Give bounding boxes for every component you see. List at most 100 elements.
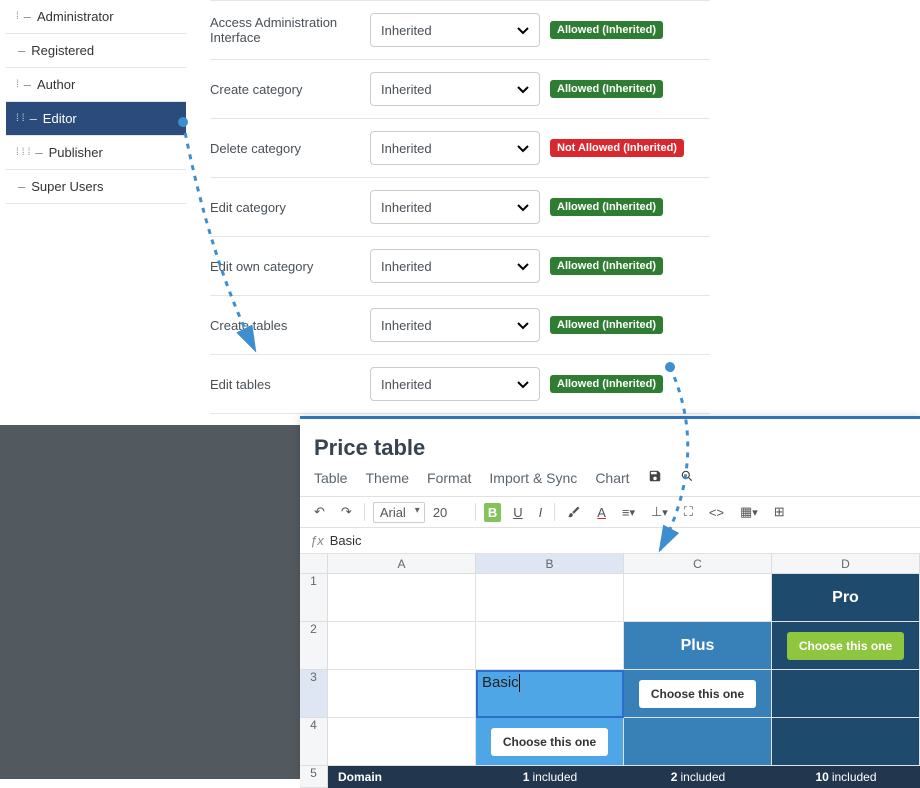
- col-header-b[interactable]: B: [476, 554, 624, 574]
- plan-plus-header: Plus: [624, 622, 772, 670]
- font-select[interactable]: Arial: [373, 502, 425, 523]
- footer-domain: Domain: [328, 766, 476, 788]
- plan-pro-header: Pro: [772, 574, 920, 622]
- choose-pro-button[interactable]: Choose this one: [787, 632, 904, 660]
- permission-status-badge: Allowed (Inherited): [550, 80, 663, 98]
- formula-bar[interactable]: ƒx Basic: [300, 528, 920, 554]
- fx-label: ƒx: [310, 533, 324, 548]
- row-header-2[interactable]: 2: [300, 622, 328, 670]
- permission-label: Access Administration Interface: [210, 15, 360, 45]
- italic-button[interactable]: I: [535, 503, 547, 522]
- permission-select[interactable]: Inherited: [370, 190, 540, 224]
- permission-row: Edit own category Inherited Allowed (Inher…: [210, 237, 710, 296]
- sidebar-item-registered[interactable]: – Registered: [6, 34, 186, 68]
- sidebar-label: Editor: [43, 111, 77, 126]
- menu-table[interactable]: Table: [314, 470, 347, 486]
- plan-basic-cta-cell: Choose this one: [476, 718, 624, 766]
- footer-d: 10included: [772, 766, 920, 788]
- col-header-a[interactable]: A: [328, 554, 476, 574]
- permission-label: Delete category: [210, 141, 360, 156]
- plan-basic-header[interactable]: Basic: [476, 670, 624, 718]
- usergroup-sidebar: ⁞ – Administrator – Registered ⁞ – Autho…: [6, 0, 186, 204]
- spreadsheet-grid: A B C D 1 2 3 4 5: [300, 554, 920, 788]
- permission-row: Edit category Inherited Allowed (Inherited…: [210, 178, 710, 237]
- footer-c: 2included: [624, 766, 772, 788]
- permission-row: Access Administration Interface Inherited…: [210, 0, 710, 60]
- permission-status-badge: Allowed (Inherited): [550, 316, 663, 334]
- sidebar-label: Administrator: [37, 9, 114, 24]
- permission-row: Edit tables Inherited Allowed (Inherited): [210, 355, 710, 414]
- permission-status-badge: Allowed (Inherited): [550, 21, 663, 39]
- permission-status-badge: Allowed (Inherited): [550, 257, 663, 275]
- sidebar-label: Publisher: [49, 145, 103, 160]
- drag-dots-icon: ⁞: [16, 113, 18, 124]
- permission-select[interactable]: Inherited: [370, 72, 540, 106]
- col-header-d[interactable]: D: [772, 554, 920, 574]
- borders-icon[interactable]: ▦▾: [736, 502, 762, 522]
- permissions-table: Access Administration Interface Inherited…: [210, 0, 710, 425]
- permission-select[interactable]: Inherited: [370, 131, 540, 165]
- plan-plus-cta-cell: Choose this one: [624, 670, 772, 718]
- col-header-c[interactable]: C: [624, 554, 772, 574]
- permission-select[interactable]: Inherited: [370, 249, 540, 283]
- permission-select[interactable]: Inherited: [370, 13, 540, 47]
- permission-label: Edit category: [210, 200, 360, 215]
- sidebar-label: Registered: [31, 43, 94, 58]
- bold-button[interactable]: B: [484, 503, 501, 522]
- drag-dots-icon: ⁞: [16, 11, 18, 22]
- sidebar-item-publisher[interactable]: ⁞ ⁞ ⁞ – Publisher: [6, 136, 186, 170]
- permission-label: Create category: [210, 82, 360, 97]
- sidebar-label: Super Users: [31, 179, 103, 194]
- row-header-5[interactable]: 5: [300, 766, 328, 788]
- permission-status-badge: Not Allowed (Inherited): [550, 139, 684, 157]
- footer-b: 1included: [476, 766, 624, 788]
- text-color-icon[interactable]: A: [593, 503, 610, 522]
- fullscreen-icon[interactable]: ⛶: [680, 502, 697, 522]
- drag-dots-icon: ⁞: [16, 79, 18, 90]
- background-panel: [0, 425, 301, 779]
- align-icon[interactable]: ≡▾: [618, 503, 639, 522]
- row-header-4[interactable]: 4: [300, 718, 328, 766]
- menu-format[interactable]: Format: [427, 470, 471, 486]
- formatting-toolbar: ↶ ↷ Arial B U I A ≡▾ ⊥▾ ⛶ <> ▦▾ ⊞: [300, 496, 920, 528]
- search-icon[interactable]: [680, 469, 694, 486]
- underline-button[interactable]: U: [509, 503, 526, 522]
- menu-import-sync[interactable]: Import & Sync: [489, 470, 577, 486]
- sheet-menu: Table Theme Format Import & Sync Chart: [300, 469, 920, 496]
- permission-select[interactable]: Inherited: [370, 308, 540, 342]
- redo-icon[interactable]: ↷: [337, 502, 356, 522]
- drag-dots-icon: ⁞: [28, 147, 30, 158]
- row-header-1[interactable]: 1: [300, 574, 328, 622]
- menu-chart[interactable]: Chart: [595, 470, 629, 486]
- font-size-input[interactable]: [433, 505, 467, 520]
- undo-icon[interactable]: ↶: [310, 502, 329, 522]
- merge-icon[interactable]: ⊞: [770, 502, 789, 522]
- spreadsheet-panel: Price table Table Theme Format Import & …: [300, 416, 920, 778]
- permission-row: Create tablesInheritedAllowed (Inherited…: [210, 296, 710, 355]
- drag-dots-icon: ⁞: [22, 113, 24, 124]
- permission-label: Edit own category: [210, 259, 360, 274]
- corner-cell[interactable]: [300, 554, 328, 574]
- fill-color-icon[interactable]: [563, 503, 585, 521]
- choose-basic-button[interactable]: Choose this one: [491, 728, 608, 756]
- save-icon[interactable]: [648, 469, 662, 486]
- permission-row: Delete category Inherited Not Allowed (Inh…: [210, 119, 710, 178]
- row-header-3[interactable]: 3: [300, 670, 328, 718]
- formula-value: Basic: [330, 533, 362, 548]
- permission-select[interactable]: Inherited: [370, 367, 540, 401]
- permission-label: Edit tables: [210, 377, 360, 392]
- valign-icon[interactable]: ⊥▾: [647, 502, 672, 522]
- permission-status-badge: Allowed (Inherited): [550, 375, 663, 393]
- sidebar-label: Author: [37, 77, 75, 92]
- sidebar-item-author[interactable]: ⁞ – Author: [6, 68, 186, 102]
- sidebar-item-superusers[interactable]: – Super Users: [6, 170, 186, 204]
- cells-area[interactable]: Pro Choose this one Plus Choose this one…: [328, 574, 920, 788]
- sidebar-item-administrator[interactable]: ⁞ – Administrator: [6, 0, 186, 34]
- row-headers: 1 2 3 4 5: [300, 574, 328, 788]
- menu-theme[interactable]: Theme: [365, 470, 409, 486]
- sidebar-item-editor[interactable]: ⁞ ⁞ – Editor: [6, 102, 186, 136]
- permission-status-badge: Allowed (Inherited): [550, 198, 663, 216]
- permission-row: Create category Inherited Allowed (Inherit…: [210, 60, 710, 119]
- code-icon[interactable]: <>: [705, 503, 728, 522]
- choose-plus-button[interactable]: Choose this one: [639, 680, 756, 708]
